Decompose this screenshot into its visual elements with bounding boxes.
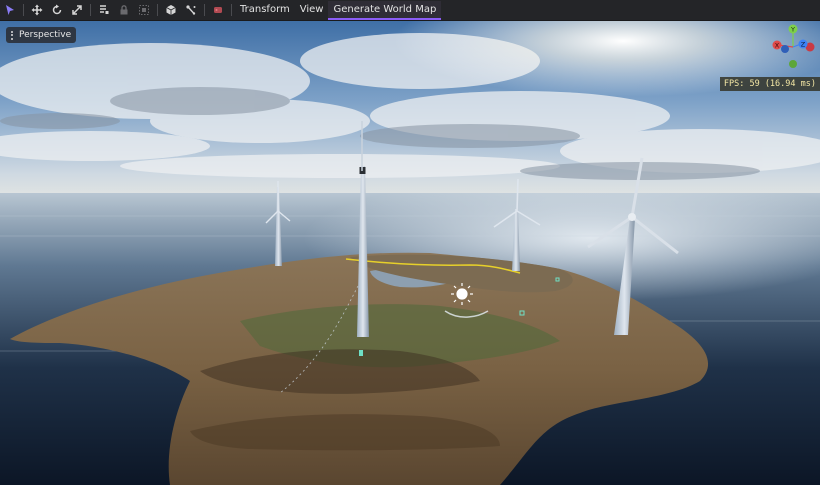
camera-mode-button[interactable]: Perspective (6, 27, 77, 43)
rotate-icon (52, 4, 62, 15)
scene-render (0, 21, 820, 485)
list-icon (100, 5, 109, 14)
scale-tool-button[interactable] (67, 0, 87, 20)
axis-neg-y-handle (789, 60, 797, 68)
camera-mode-label: Perspective (19, 30, 72, 40)
scale-icon (72, 5, 82, 15)
toolbar-divider (90, 4, 91, 16)
lock-icon (120, 5, 128, 15)
bone-tool-button[interactable] (181, 0, 201, 20)
menu-view[interactable]: View (295, 0, 329, 20)
list-tool-button[interactable] (94, 0, 114, 20)
move-tool-button[interactable] (27, 0, 47, 20)
svg-text:X: X (775, 42, 780, 50)
menu-transform[interactable]: Transform (235, 0, 295, 20)
kebab-menu-icon (9, 30, 15, 40)
svg-text:Z: Z (801, 41, 806, 49)
record-tool-button[interactable] (208, 0, 228, 20)
lock-tool-button[interactable] (114, 0, 134, 20)
group-icon (139, 5, 149, 15)
editor-window: Transform View Generate World Map Perspe… (0, 0, 820, 485)
rotate-tool-button[interactable] (47, 0, 67, 20)
svg-text:Y: Y (790, 26, 795, 34)
cube-icon (166, 5, 176, 15)
object-tool-button[interactable] (161, 0, 181, 20)
record-icon (214, 7, 222, 13)
toolbar-divider (204, 4, 205, 16)
fps-counter: FPS: 59 (16.94 ms) (719, 77, 820, 91)
3d-viewport[interactable]: Perspective Y Z X FPS: 59 (16.94 ms) (0, 21, 820, 485)
bone-icon (186, 5, 196, 15)
select-arrow-icon (6, 5, 14, 15)
group-tool-button[interactable] (134, 0, 154, 20)
menu-generate-world-map[interactable]: Generate World Map (328, 0, 442, 20)
toolbar-divider (23, 4, 24, 16)
toolbar-divider (157, 4, 158, 16)
select-tool-button[interactable] (0, 0, 20, 20)
move-icon (31, 4, 43, 16)
axis-neg-z-handle (781, 45, 789, 53)
toolbar: Transform View Generate World Map (0, 0, 820, 21)
toolbar-divider (231, 4, 232, 16)
orientation-gizmo[interactable]: Y Z X (768, 23, 820, 71)
